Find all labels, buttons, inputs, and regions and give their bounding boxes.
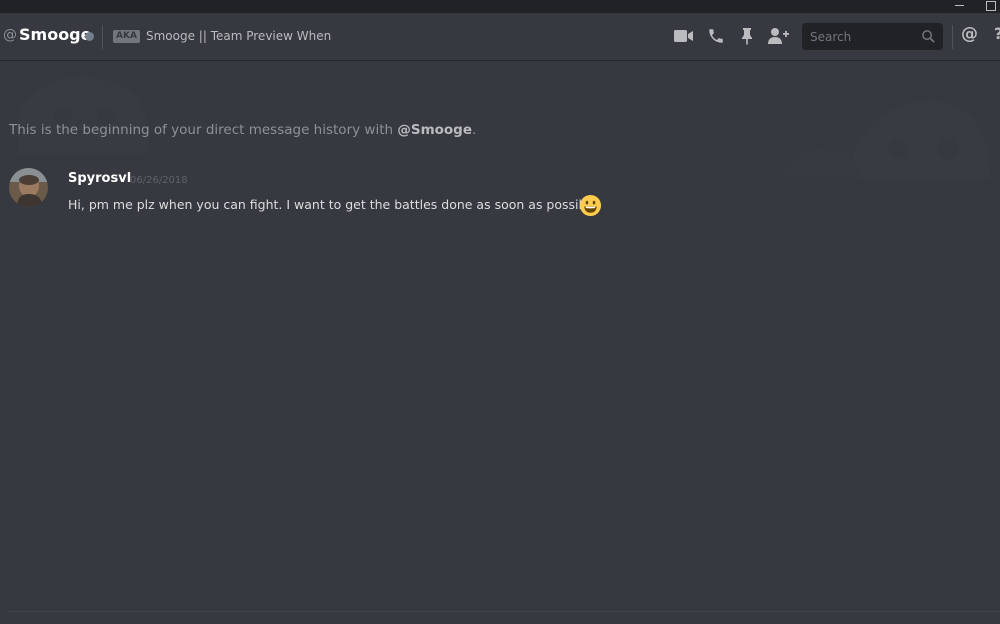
help-icon[interactable]: ? <box>994 24 1000 43</box>
voice-call-icon[interactable] <box>705 25 727 47</box>
dm-username: Smooge <box>19 25 92 44</box>
message-timestamp: 06/26/2018 <box>130 175 188 186</box>
decorative-controller-icon <box>18 77 148 154</box>
status-indicator <box>85 32 94 41</box>
add-friend-icon[interactable] <box>767 25 789 47</box>
video-call-icon[interactable] <box>673 25 695 47</box>
window-titlebar <box>0 0 1000 13</box>
aka-nickname: Smooge || Team Preview When <box>146 29 332 43</box>
maximize-button[interactable] <box>986 1 996 11</box>
at-icon: @ <box>3 27 17 43</box>
search-box[interactable] <box>802 23 943 50</box>
mention-icon[interactable]: @ <box>961 24 978 44</box>
search-icon[interactable] <box>921 29 936 44</box>
pin-icon[interactable] <box>736 25 758 47</box>
smiley-emoji[interactable] <box>579 194 602 217</box>
message-area[interactable]: This is the beginning of your direct mes… <box>0 61 1000 611</box>
avatar[interactable] <box>9 168 48 207</box>
message-author[interactable]: Spyrosvl <box>68 171 131 186</box>
decorative-wumpus-icon <box>785 101 990 179</box>
message-content: Hi, pm me plz when you can fight. I want… <box>68 197 598 212</box>
header-divider-right <box>952 25 953 49</box>
composer-divider <box>8 611 1000 612</box>
aka-badge: AKA <box>113 30 140 43</box>
minimize-button[interactable] <box>955 5 964 6</box>
channel-header: @ Smooge AKA Smooge || Team Preview When… <box>0 13 1000 61</box>
header-divider <box>102 25 103 49</box>
intro-mention[interactable]: @Smooge <box>397 122 472 138</box>
dm-history-intro: This is the beginning of your direct mes… <box>9 122 477 138</box>
search-input[interactable] <box>808 27 922 47</box>
